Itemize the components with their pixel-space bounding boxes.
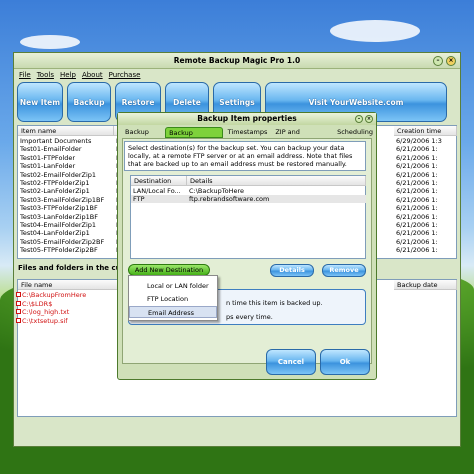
column-header-file-name[interactable]: File name [18, 280, 118, 290]
file-status-icon [16, 300, 21, 306]
table-row-name[interactable]: Test01-EmailFolder [20, 145, 82, 153]
table-row-name[interactable]: Test04-LanFolderZip1 [20, 229, 90, 237]
table-row-name[interactable]: Test05-EmailFolderZip2BF [20, 238, 104, 246]
remove-button[interactable]: Remove [322, 264, 366, 277]
table-row-time[interactable]: 6/21/2006 1: [396, 154, 438, 162]
destination-details[interactable]: C:\BackupToHere [189, 187, 244, 195]
menu-purchase[interactable]: Purchase [109, 69, 141, 81]
table-row-time[interactable]: 6/21/2006 1: [396, 145, 438, 153]
details-button[interactable]: Details [270, 264, 314, 277]
ok-button[interactable]: Ok [320, 349, 370, 375]
column-header-creation-time[interactable]: Creation time [394, 126, 457, 136]
backup-button[interactable]: Backup [67, 82, 111, 122]
column-header-item-name[interactable]: Item name [18, 126, 114, 136]
table-row-time[interactable]: 6/21/2006 1: [396, 196, 438, 204]
destination-type[interactable]: FTP [133, 195, 145, 203]
table-row-name[interactable]: Test02-LanFolderZip1 [20, 187, 90, 195]
table-row-name[interactable]: Test03-FTPFolderZip1BF [20, 204, 98, 212]
table-row-name[interactable]: Test03-EmailFolderZip1BF [20, 196, 104, 204]
file-status-icon [16, 292, 21, 297]
dialog-tabs: Backup Files Backup Locations Timestamps… [122, 127, 376, 148]
table-row-time[interactable]: 6/21/2006 1: [396, 204, 438, 212]
menu-item-email-address[interactable]: Email Address [129, 306, 217, 318]
table-row-name[interactable]: Test02-EmailFolderZip1 [20, 171, 96, 179]
cancel-button[interactable]: Cancel [266, 349, 316, 375]
menu-tools[interactable]: Tools [37, 69, 54, 81]
table-row-time[interactable]: 6/21/2006 1: [396, 238, 438, 246]
table-row-name[interactable]: Test01-LanFolder [20, 162, 75, 170]
tab-timestamps[interactable]: Timestamps [225, 127, 271, 138]
window-titlebar: Remote Backup Magic Pro 1.0 – × [14, 53, 460, 69]
column-header-backup-date[interactable]: Backup date [394, 280, 457, 290]
table-row-time[interactable]: 6/21/2006 1: [396, 162, 438, 170]
files-section-title: Files and folders in the cu [18, 264, 121, 272]
table-row-time[interactable]: 6/21/2006 1: [396, 246, 438, 254]
file-status-icon [16, 317, 21, 323]
table-row-time[interactable]: 6/21/2006 1: [396, 229, 438, 237]
destinations-list: Destination Details LAN/Local Fo... C:\B… [130, 175, 366, 259]
table-row-name[interactable]: Test05-FTPFolderZip2BF [20, 246, 98, 254]
window-title: Remote Backup Magic Pro 1.0 [173, 56, 301, 65]
destination-details[interactable]: ftp.rebrandsoftware.com [189, 195, 269, 203]
destination-type[interactable]: LAN/Local Fo... [133, 187, 181, 195]
menu-help[interactable]: Help [60, 69, 76, 81]
backup-item-properties-dialog: Backup Item properties – × Backup Files … [117, 112, 377, 380]
table-row-time[interactable]: 6/21/2006 1: [396, 187, 438, 195]
table-row-time[interactable]: 6/29/2006 1:3 [396, 137, 442, 145]
close-button[interactable]: × [446, 56, 456, 66]
column-header-destination[interactable]: Destination [131, 176, 187, 186]
menu-about[interactable]: About [82, 69, 103, 81]
option-hint-1: n time this item is backed up. [226, 299, 323, 307]
table-row-name[interactable]: Test02-FTPFolderZip1 [20, 179, 90, 187]
add-destination-menu: Local or LAN folder FTP Location Email A… [128, 275, 218, 321]
table-row-name[interactable]: Test03-LanFolderZip1BF [20, 213, 98, 221]
option-hint-2: ps every time. [226, 313, 273, 321]
tab-zip-encryption[interactable]: ZIP and Encryption [272, 127, 332, 147]
menu-item-local-lan-folder[interactable]: Local or LAN folder [129, 280, 217, 292]
new-item-button[interactable]: New Item [17, 82, 63, 122]
desktop-cloud [330, 20, 420, 42]
tab-backup-locations[interactable]: Backup Locations [165, 127, 223, 148]
tab-scheduling[interactable]: Scheduling [334, 127, 376, 138]
locations-description: Select destination(s) for the backup set… [124, 141, 366, 171]
dialog-title-text: Backup Item properties [197, 114, 297, 123]
menu-item-ftp-location[interactable]: FTP Location [129, 293, 217, 305]
column-header-details[interactable]: Details [187, 176, 366, 186]
file-status-icon [16, 309, 21, 315]
table-row-time[interactable]: 6/21/2006 1: [396, 221, 438, 229]
dialog-close-button[interactable]: × [365, 115, 373, 123]
file-row[interactable]: C:\log_high.txt [22, 308, 69, 316]
menu-file[interactable]: File [19, 69, 31, 81]
file-row[interactable]: C:\txtsetup.sif [22, 317, 68, 325]
desktop-cloud [20, 35, 80, 49]
minimize-button[interactable]: – [433, 56, 443, 66]
dialog-minimize-button[interactable]: – [355, 115, 363, 123]
table-row-name[interactable]: Important Documents [20, 137, 91, 145]
tab-backup-files[interactable]: Backup Files [122, 127, 163, 147]
file-row[interactable]: C:\BackupFromHere [22, 291, 86, 299]
table-row-name[interactable]: Test04-EmailFolderZip1 [20, 221, 96, 229]
table-row-time[interactable]: 6/21/2006 1: [396, 171, 438, 179]
table-row-time[interactable]: 6/21/2006 1: [396, 213, 438, 221]
file-row[interactable]: C:\$LDR$ [22, 300, 52, 308]
table-row-name[interactable]: Test01-FTPFolder [20, 154, 75, 162]
menu-bar: File Tools Help About Purchase [14, 69, 460, 81]
dialog-title: Backup Item properties – × [118, 113, 376, 125]
table-row-time[interactable]: 6/21/2006 1: [396, 179, 438, 187]
